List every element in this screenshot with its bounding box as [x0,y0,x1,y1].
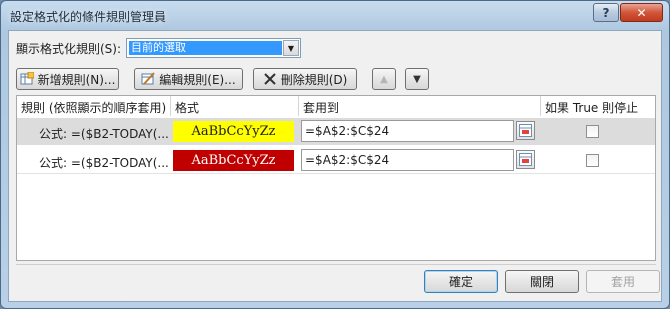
stop-if-true-checkbox[interactable] [586,125,599,138]
ok-button[interactable]: 確定 [424,270,498,293]
delete-rule-label: 刪除規則(D) [280,72,348,87]
header-divider [540,96,541,116]
scope-dropdown[interactable]: 目前的選取 ▼ [126,38,301,58]
scope-selected-value: 目前的選取 [129,41,282,55]
applies-to-input[interactable]: =$A$2:$C$24 [301,120,514,142]
rule-description: 公式: =($B2-TODAY(... [39,156,169,170]
close-button[interactable]: 關閉 [505,270,579,293]
dialog-body: 顯示格式化規則(S): 目前的選取 ▼ 新增規則(N)... 編輯規則(E)..… [8,30,662,302]
header-divider [170,96,171,116]
rule-row[interactable]: 公式: =($B2-TODAY(... AaBbCcYyZz =$A$2:$C$… [17,147,655,174]
edit-rule-icon [141,72,156,86]
rules-table: 規則 (依照顯示的順序套用) 格式 套用到 如果 True 則停止 公式: =(… [16,95,656,261]
apply-button[interactable]: 套用 [586,270,660,293]
applies-to-input[interactable]: =$A$2:$C$24 [301,149,514,171]
move-up-button[interactable]: ▲ [372,68,396,90]
rule-row[interactable]: 公式: =($B2-TODAY(... AaBbCcYyZz =$A$2:$C$… [17,118,655,145]
stop-if-true-checkbox[interactable] [586,154,599,167]
move-down-button[interactable]: ▼ [405,68,429,90]
delete-rule-button[interactable]: 刪除規則(D) [253,68,357,90]
arrow-down-icon: ▼ [413,73,421,85]
footer-divider [16,264,656,265]
header-divider [298,96,299,116]
header-rule: 規則 (依照顯示的順序套用) [21,101,167,115]
range-select-icon [519,153,532,166]
header-applies-to: 套用到 [303,101,340,115]
new-rule-label: 新增規則(N)... [37,72,116,87]
format-preview: AaBbCcYyZz [173,121,294,142]
edit-rule-button[interactable]: 編輯規則(E)... [134,68,243,90]
title-bar: 設定格式化的條件規則管理員 ? ✕ [1,1,669,29]
header-format: 格式 [175,101,200,115]
close-window-button[interactable]: ✕ [620,3,663,22]
rule-description: 公式: =($B2-TODAY(... [39,127,169,141]
range-select-icon [519,124,532,137]
range-picker-button[interactable] [516,121,535,140]
dialog-title: 設定格式化的條件規則管理員 [10,10,167,24]
help-button[interactable]: ? [593,3,619,22]
dropdown-arrow-icon[interactable]: ▼ [283,40,299,56]
edit-rule-label: 編輯規則(E)... [159,72,236,87]
range-picker-button[interactable] [516,150,535,169]
scope-label: 顯示格式化規則(S): [16,42,122,56]
header-stop-if-true: 如果 True 則停止 [545,101,639,115]
format-preview: AaBbCcYyZz [173,150,294,171]
delete-x-icon [263,72,277,86]
arrow-up-icon: ▲ [380,73,388,85]
new-rule-icon [20,72,34,86]
new-rule-button[interactable]: 新增規則(N)... [16,68,119,90]
row-divider [17,173,655,174]
conditional-format-rules-dialog: 設定格式化的條件規則管理員 ? ✕ 顯示格式化規則(S): 目前的選取 ▼ 新增… [0,0,670,309]
